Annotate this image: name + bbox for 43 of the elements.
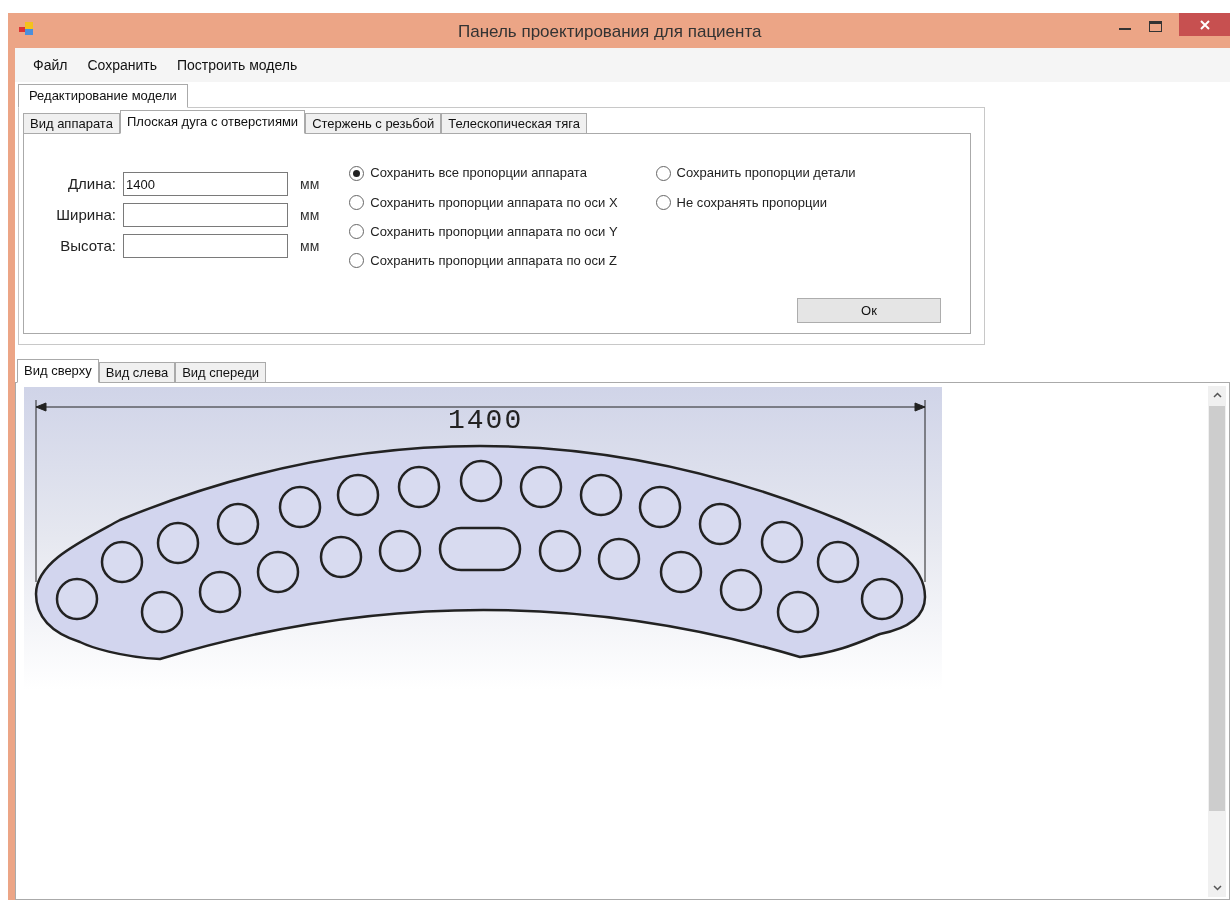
dimension-label: 1400 bbox=[448, 407, 524, 435]
radio-button[interactable] bbox=[349, 224, 365, 239]
radio-label: Сохранить пропорции аппарата по оси Y bbox=[370, 222, 618, 241]
radio-label: Не сохранять пропорции bbox=[676, 193, 827, 212]
scroll-down-icon[interactable] bbox=[1212, 885, 1222, 891]
field-label: Высота: bbox=[59, 235, 116, 256]
ok-button[interactable]: Ок bbox=[797, 298, 941, 323]
radio-button[interactable] bbox=[349, 194, 365, 210]
app-icon bbox=[19, 21, 35, 36]
radio-button[interactable] bbox=[655, 165, 671, 181]
input-field[interactable] bbox=[123, 203, 288, 227]
menu-item[interactable]: Файл bbox=[25, 52, 76, 78]
radio-label: Сохранить все пропорции аппарата bbox=[370, 164, 587, 183]
maximize-icon[interactable] bbox=[1149, 21, 1162, 32]
field-label: Ширина: bbox=[55, 204, 116, 225]
tab[interactable]: Вид аппарата bbox=[23, 113, 120, 134]
menu-item[interactable]: Построить модель bbox=[169, 52, 306, 78]
radio-label: Сохранить пропорции детали bbox=[676, 164, 856, 183]
scroll-up-icon[interactable] bbox=[1212, 392, 1222, 398]
tab[interactable]: Редактирование модели bbox=[18, 84, 188, 108]
menu-item[interactable]: Сохранить bbox=[79, 52, 165, 78]
close-button[interactable] bbox=[1179, 13, 1230, 36]
tab[interactable]: Вид сверху bbox=[17, 359, 99, 383]
unit-label: мм bbox=[300, 236, 320, 256]
radio-button[interactable] bbox=[349, 253, 365, 269]
radio-button[interactable] bbox=[655, 194, 671, 210]
field-label: Длина: bbox=[66, 173, 116, 194]
unit-label: мм bbox=[300, 174, 320, 194]
tab[interactable]: Телескопическая тяга bbox=[441, 113, 587, 134]
unit-label: мм bbox=[300, 205, 320, 225]
scroll-thumb[interactable] bbox=[1209, 406, 1225, 811]
radio-label: Сохранить пропорции аппарата по оси Z bbox=[370, 252, 617, 270]
minimize-icon[interactable] bbox=[1119, 27, 1131, 31]
radio-label: Сохранить пропорции аппарата по оси X bbox=[370, 193, 618, 212]
close-icon bbox=[1199, 19, 1210, 30]
tab[interactable]: Плоская дуга с отверстиями bbox=[119, 110, 306, 134]
window-title: Панель проектирования для пациента bbox=[458, 21, 762, 43]
scrollbar[interactable] bbox=[1208, 386, 1226, 897]
input-field[interactable]: 1400 bbox=[123, 172, 288, 196]
tab[interactable]: Вид спереди bbox=[175, 362, 267, 383]
radio-button[interactable] bbox=[349, 165, 365, 181]
input-field[interactable] bbox=[123, 234, 288, 258]
tab[interactable]: Стержень с резьбой bbox=[305, 113, 442, 134]
